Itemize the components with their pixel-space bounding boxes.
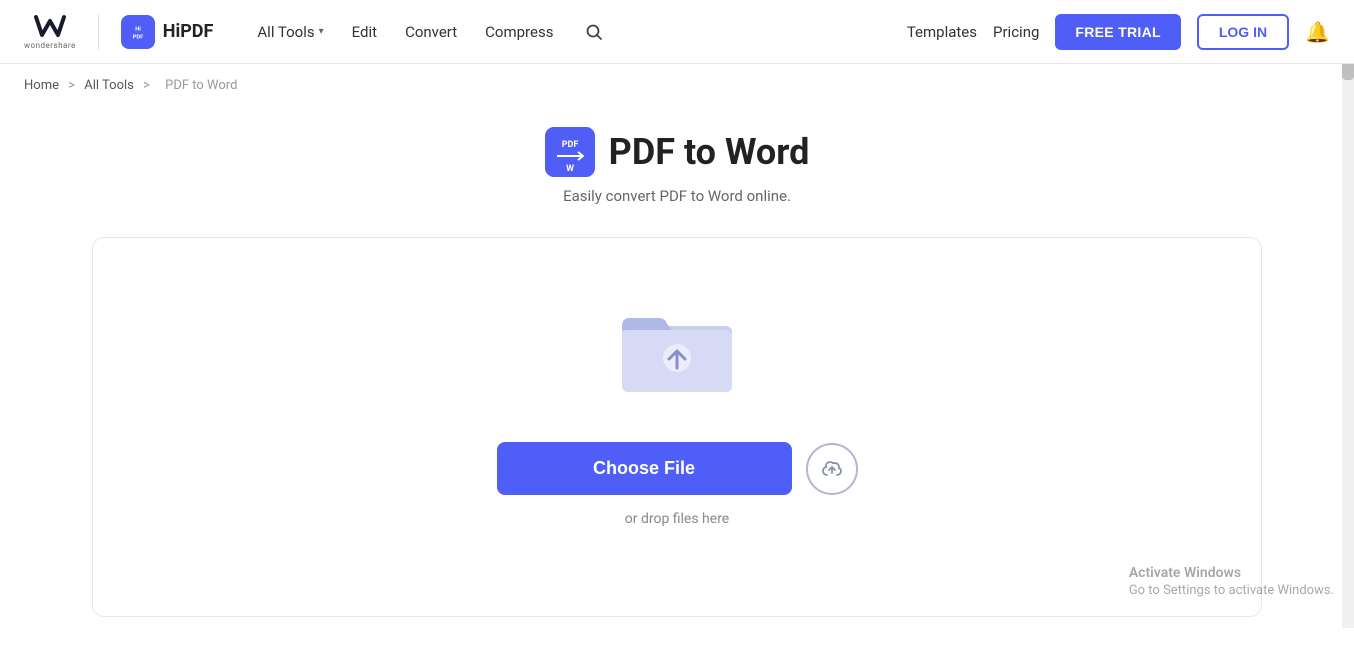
hipdf-icon: Hi PDF bbox=[121, 15, 155, 49]
wondershare-logo[interactable]: wondershare bbox=[24, 13, 76, 50]
breadcrumb-home[interactable]: Home bbox=[24, 78, 59, 93]
svg-text:Hi: Hi bbox=[135, 26, 141, 32]
svg-text:W: W bbox=[566, 164, 574, 174]
breadcrumb-current: PDF to Word bbox=[165, 78, 237, 93]
wondershare-icon bbox=[32, 13, 68, 41]
page-subtitle: Easily convert PDF to Word online. bbox=[40, 187, 1314, 205]
hipdf-svg: Hi PDF bbox=[124, 18, 152, 46]
all-tools-arrow: ▾ bbox=[319, 26, 324, 37]
header: wondershare Hi PDF HiPDF All Tools ▾ Edi… bbox=[0, 0, 1354, 64]
page-icon: PDF W bbox=[545, 127, 595, 177]
breadcrumb-sep-2: > bbox=[143, 78, 153, 93]
breadcrumb-all-tools[interactable]: All Tools bbox=[84, 78, 134, 93]
folder-icon bbox=[617, 298, 737, 398]
scrollbar[interactable] bbox=[1342, 0, 1354, 628]
main-content: PDF W PDF to Word Easily convert PDF to … bbox=[0, 107, 1354, 657]
nav-compress[interactable]: Compress bbox=[473, 15, 565, 49]
folder-illustration bbox=[617, 298, 737, 402]
search-icon bbox=[585, 23, 603, 41]
choose-file-button[interactable]: Choose File bbox=[497, 442, 792, 495]
free-trial-button[interactable]: FREE TRIAL bbox=[1055, 14, 1180, 50]
logo-area: wondershare Hi PDF HiPDF bbox=[24, 13, 213, 50]
pdf-to-word-icon: PDF W bbox=[545, 127, 595, 177]
search-button[interactable] bbox=[577, 15, 611, 49]
page-title: PDF to Word bbox=[609, 131, 810, 173]
drop-text: or drop files here bbox=[625, 511, 729, 527]
upload-area: Choose File or drop files here bbox=[92, 237, 1262, 617]
page-header: PDF W PDF to Word Easily convert PDF to … bbox=[40, 127, 1314, 205]
page-title-row: PDF W PDF to Word bbox=[40, 127, 1314, 177]
nav-all-tools[interactable]: All Tools ▾ bbox=[245, 15, 335, 49]
nav-convert[interactable]: Convert bbox=[393, 15, 469, 49]
main-nav: All Tools ▾ Edit Convert Compress bbox=[245, 15, 611, 49]
notification-bell[interactable]: 🔔 bbox=[1305, 20, 1330, 44]
nav-pricing[interactable]: Pricing bbox=[993, 23, 1039, 41]
breadcrumb-sep-1: > bbox=[68, 78, 78, 93]
svg-text:PDF: PDF bbox=[561, 140, 578, 150]
nav-templates[interactable]: Templates bbox=[907, 23, 977, 41]
nav-right: Templates Pricing FREE TRIAL LOG IN 🔔 bbox=[907, 14, 1330, 50]
svg-text:PDF: PDF bbox=[132, 34, 143, 40]
cloud-upload-button[interactable] bbox=[806, 443, 858, 495]
login-button[interactable]: LOG IN bbox=[1197, 14, 1289, 50]
breadcrumb: Home > All Tools > PDF to Word bbox=[0, 64, 1354, 107]
nav-edit[interactable]: Edit bbox=[340, 15, 389, 49]
header-divider bbox=[98, 14, 99, 50]
wondershare-text: wondershare bbox=[24, 41, 76, 50]
upload-actions: Choose File bbox=[497, 442, 858, 495]
cloud-upload-icon bbox=[820, 457, 844, 481]
hipdf-badge[interactable]: Hi PDF HiPDF bbox=[121, 15, 214, 49]
hipdf-name: HiPDF bbox=[163, 21, 214, 42]
